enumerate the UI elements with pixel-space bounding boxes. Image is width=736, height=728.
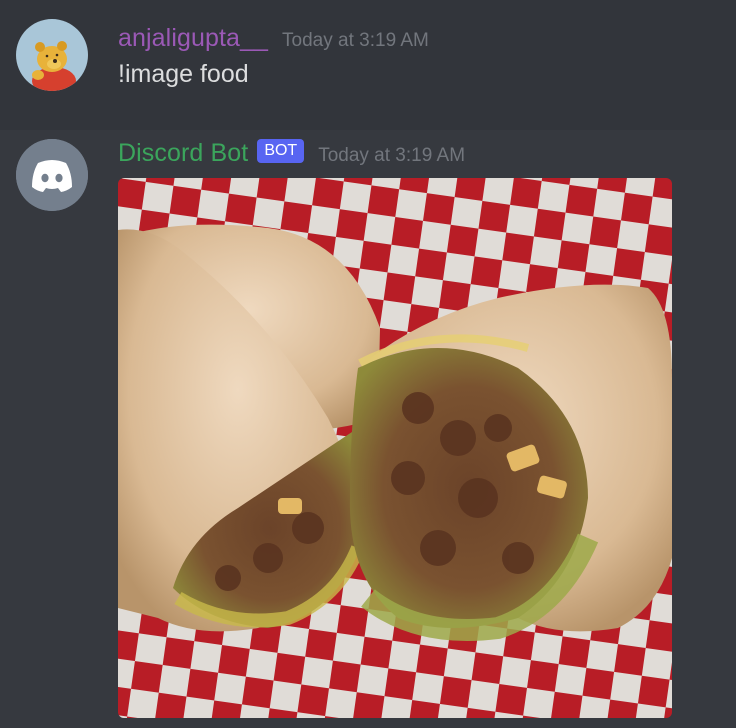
burrito-photo	[118, 178, 672, 718]
user-username[interactable]: anjaligupta__	[118, 24, 268, 53]
discord-logo-icon	[16, 139, 88, 211]
winnie-the-pooh-avatar-icon	[16, 19, 88, 91]
food-image-attachment[interactable]	[118, 178, 672, 718]
bot-header: Discord Bot BOT Today at 3:19 AM	[118, 138, 466, 168]
bot-username[interactable]: Discord Bot	[118, 139, 248, 168]
bot-tag-badge: BOT	[257, 138, 305, 163]
user-message-content: !image food	[118, 60, 249, 88]
message-user[interactable]: anjaligupta__ Today at 3:19 AM !image fo…	[0, 0, 736, 130]
chat-messages: anjaligupta__ Today at 3:19 AM !image fo…	[0, 0, 736, 728]
user-avatar[interactable]	[16, 19, 88, 91]
user-timestamp: Today at 3:19 AM	[282, 30, 429, 51]
bot-avatar[interactable]	[16, 139, 88, 211]
bot-timestamp: Today at 3:19 AM	[318, 145, 466, 166]
message-bot[interactable]: Discord Bot BOT Today at 3:19 AM	[0, 130, 736, 728]
user-header: anjaligupta__ Today at 3:19 AM	[118, 24, 429, 53]
